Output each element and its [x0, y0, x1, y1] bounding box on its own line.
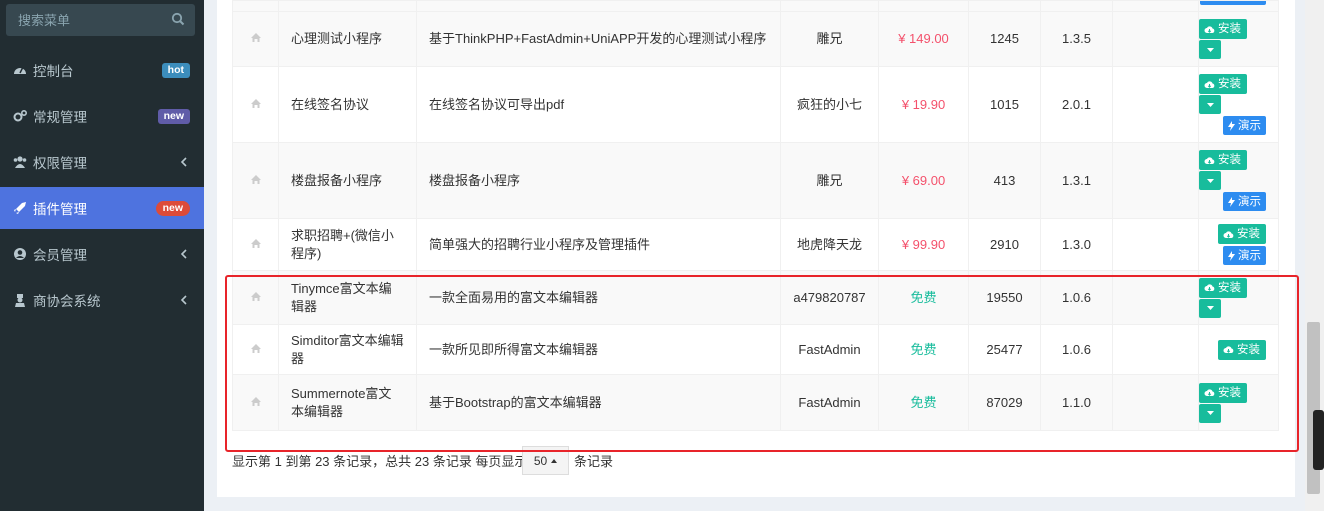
pagination-suffix: 条记录	[574, 454, 614, 469]
demo-label: 演示	[1238, 249, 1261, 262]
addon-intro: 楼盘报备小程序	[416, 142, 781, 219]
chevron-left-icon	[180, 249, 187, 259]
pagination-summary: 显示第 1 到第 23 条记录，总共 23 条记录 每页显示	[232, 454, 528, 469]
addon-author[interactable]: 雕兄	[780, 142, 879, 219]
addon-price: ¥ 69.00	[878, 142, 969, 219]
chevron-left-icon	[180, 295, 187, 305]
install-label: 安装	[1218, 154, 1241, 166]
caret-up-icon	[551, 458, 558, 463]
install-button[interactable]: 安装	[1199, 150, 1247, 170]
menu-search-input[interactable]	[6, 4, 195, 36]
sidebar-item-label: 会员管理	[33, 248, 87, 263]
addon-version: 1.3.1	[1040, 142, 1113, 219]
menu-search-box	[6, 4, 195, 36]
table-row: 求职招聘+(微信小程序) 简单强大的招聘行业小程序及管理插件 地虎降天龙 ¥ 9…	[232, 218, 1279, 271]
cloud-download-icon	[1204, 80, 1215, 88]
sidebar-item-members[interactable]: 会员管理	[0, 233, 204, 275]
install-button[interactable]: 安装	[1218, 224, 1266, 244]
search-icon[interactable]	[171, 12, 185, 26]
install-button[interactable]: 安装	[1199, 74, 1247, 94]
addon-price: ¥ 99.90	[878, 218, 969, 271]
new-badge: new	[157, 108, 190, 124]
caret-down-icon	[1206, 102, 1214, 107]
table-row: 楼盘报备小程序 楼盘报备小程序 雕兄 ¥ 69.00 413 1.3.1 安装 …	[232, 142, 1279, 219]
addon-name[interactable]: 心理测试小程序	[278, 11, 417, 67]
home-icon	[250, 98, 261, 108]
cloud-download-icon	[1223, 230, 1234, 238]
addon-price: ¥ 149.00	[878, 11, 969, 67]
addon-author[interactable]: 地虎降天龙	[780, 218, 879, 271]
sidebar-item-label: 常规管理	[33, 110, 87, 125]
sidebar-item-dashboard[interactable]: 控制台 hot	[0, 49, 204, 91]
sidebar-item-label: 商协会系统	[33, 294, 101, 309]
home-icon	[250, 174, 261, 184]
table-row: 在线签名协议 在线签名协议可导出pdf 疯狂的小七 ¥ 19.90 1015 2…	[232, 66, 1279, 143]
table-row	[232, 0, 1279, 12]
install-dropdown-button[interactable]	[1199, 40, 1221, 59]
install-label: 安装	[1237, 228, 1260, 240]
addon-downloads: 2910	[968, 218, 1041, 271]
addon-name[interactable]: 在线签名协议	[278, 66, 417, 143]
chevron-left-icon	[180, 157, 187, 167]
users-icon	[13, 156, 27, 168]
sidebar-item-label: 插件管理	[33, 202, 87, 217]
user-secret-icon	[15, 294, 25, 307]
sidebar-item-auth[interactable]: 权限管理	[0, 141, 204, 183]
addon-downloads: 1245	[968, 11, 1041, 67]
user-circle-icon	[14, 248, 26, 260]
home-icon	[250, 33, 261, 42]
demo-button[interactable]: 演示	[1223, 246, 1266, 265]
addon-downloads: 1015	[968, 66, 1041, 143]
addon-intro: 简单强大的招聘行业小程序及管理插件	[416, 218, 781, 271]
cloud-download-icon	[1204, 25, 1215, 33]
install-label: 安装	[1218, 23, 1241, 35]
caret-down-icon	[1206, 47, 1214, 52]
addon-author[interactable]: 雕兄	[780, 11, 879, 67]
demo-button[interactable]: 演示	[1223, 116, 1266, 135]
addon-downloads: 413	[968, 142, 1041, 219]
addon-version: 1.3.0	[1040, 218, 1113, 271]
addon-intro: 基于ThinkPHP+FastAdmin+UniAPP开发的心理测试小程序	[416, 11, 781, 67]
sidebar-item-association[interactable]: 商协会系统	[0, 279, 204, 321]
bolt-icon	[1228, 120, 1235, 131]
install-button[interactable]: 安装	[1199, 19, 1247, 39]
install-dropdown-button[interactable]	[1199, 171, 1221, 190]
sidebar: 控制台 hot 常规管理 new 权限管理 插件管理 new 会员管理 商协会系…	[0, 0, 204, 511]
home-icon	[250, 238, 261, 248]
install-dropdown-button[interactable]	[1199, 95, 1221, 114]
sidebar-item-addons[interactable]: 插件管理 new	[0, 187, 204, 229]
addon-author[interactable]: 疯狂的小七	[780, 66, 879, 143]
sidebar-item-general[interactable]: 常规管理 new	[0, 95, 204, 137]
sidebar-item-label: 控制台	[33, 64, 74, 79]
cogs-icon	[13, 110, 27, 122]
cloud-download-icon	[1204, 156, 1215, 164]
addon-version: 1.3.5	[1040, 11, 1113, 67]
demo-label: 演示	[1238, 119, 1261, 132]
demo-button[interactable]: 演示	[1223, 192, 1266, 211]
bolt-icon	[1228, 196, 1235, 207]
page-size-value: 50	[533, 453, 548, 468]
table-row: 心理测试小程序 基于ThinkPHP+FastAdmin+UniAPP开发的心理…	[232, 11, 1279, 67]
caret-down-icon	[1206, 178, 1214, 183]
addon-version: 2.0.1	[1040, 66, 1113, 143]
dashboard-icon	[14, 67, 26, 74]
addon-price: ¥ 19.90	[878, 66, 969, 143]
bolt-icon	[1228, 250, 1235, 261]
demo-label: 演示	[1238, 195, 1261, 208]
sidebar-item-label: 权限管理	[33, 156, 87, 171]
rocket-icon	[14, 202, 26, 214]
new-badge: new	[155, 200, 190, 216]
hot-badge: hot	[161, 62, 190, 78]
addon-intro: 在线签名协议可导出pdf	[416, 66, 781, 143]
install-label: 安装	[1218, 78, 1241, 90]
addon-name[interactable]: 求职招聘+(微信小程序)	[278, 218, 417, 271]
side-widget	[1313, 410, 1324, 470]
addon-name[interactable]: 楼盘报备小程序	[278, 142, 417, 219]
highlight-box	[225, 275, 1299, 452]
demo-button[interactable]	[1200, 1, 1266, 5]
